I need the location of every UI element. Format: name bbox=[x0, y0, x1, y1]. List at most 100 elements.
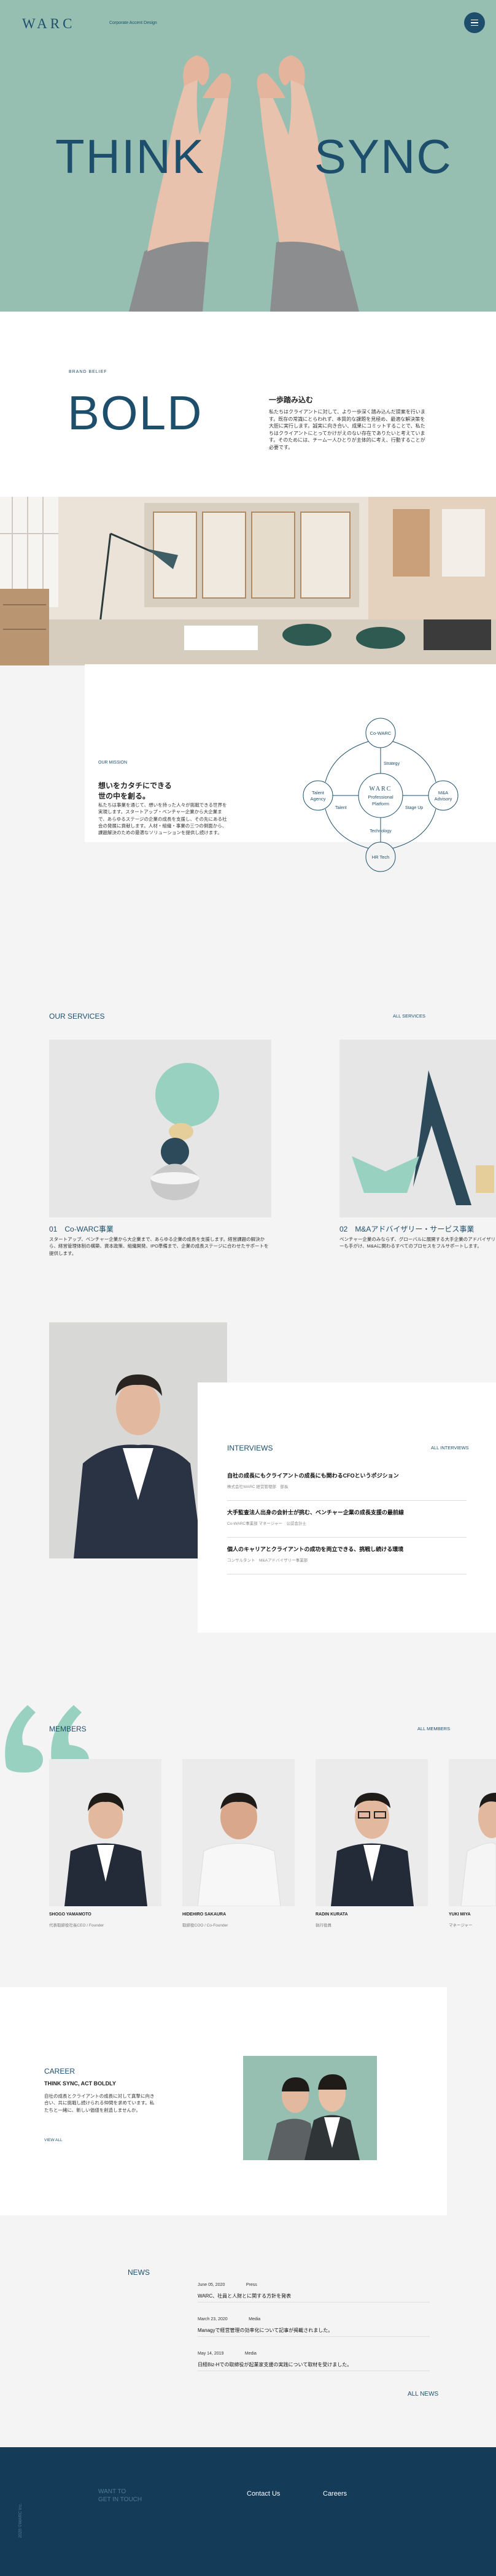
member-role: 取締役COO / Co-Founder bbox=[182, 1923, 228, 1928]
interview-item[interactable]: 大手監査法人出身の会計士が挑む、ベンチャー企業の成長支援の最前線 Co-WARC… bbox=[227, 1508, 467, 1538]
diagram-label-stage-up: Stage Up bbox=[405, 806, 423, 810]
menu-button[interactable] bbox=[464, 12, 485, 33]
brand-belief-title: BOLD bbox=[68, 386, 203, 440]
service-title-1[interactable]: 01 Co-WARC事業 bbox=[49, 1224, 114, 1234]
news-date: March 23, 2020 bbox=[198, 2317, 228, 2321]
member-name[interactable]: SHOGO YAMAMOTO bbox=[49, 1912, 91, 1917]
sculpture-illustration bbox=[49, 1040, 271, 1217]
services-section: OUR SERVICES ALL SERVICES 01 Co-WARC事業 ス… bbox=[0, 994, 496, 1282]
shapes-illustration bbox=[339, 1040, 496, 1217]
footer-contact-line1: WANT TO bbox=[98, 2488, 126, 2495]
diagram-node-right-2: Advisory bbox=[435, 796, 452, 802]
services-title: OUR SERVICES bbox=[49, 1012, 105, 1021]
all-interviews-link[interactable]: ALL INTERVIEWS bbox=[431, 1445, 469, 1451]
news-category: Press bbox=[246, 2283, 257, 2287]
interviews-title: INTERVIEWS bbox=[227, 1444, 273, 1452]
hero-word-right: SYNC bbox=[314, 129, 452, 183]
office-photo bbox=[0, 497, 496, 665]
news-item[interactable]: May 14, 2019 Media 日経Biz-Hでの取締役が起業家支援の実践… bbox=[198, 2347, 430, 2371]
menu-icon-line bbox=[471, 25, 478, 26]
interview-subtitle: Co-WARC事業部 マネージャー 公認会計士 bbox=[227, 1522, 306, 1526]
office-illustration bbox=[0, 497, 496, 665]
interview-subtitle: 株式会社WARC 経営管理部 部長 bbox=[227, 1485, 289, 1489]
brand-belief-section: BRAND BELIEF BOLD 一歩踏み込む 私たちはクライアントに対して、… bbox=[0, 312, 496, 497]
service-body-1: スタートアップ、ベンチャー企業から大企業まで、あらゆる企業の成長を支援します。経… bbox=[49, 1236, 269, 1256]
member-photo bbox=[449, 1759, 496, 1906]
news-item[interactable]: June 05, 2020 Press WARC、社員と人財とに関する方針を発表 bbox=[198, 2278, 430, 2302]
member-card[interactable] bbox=[49, 1759, 161, 1906]
service-image-2[interactable] bbox=[339, 1040, 496, 1217]
interview-item[interactable]: 自社の成長にもクライアントの成長にも関わるCFOというポジション 株式会社WAR… bbox=[227, 1471, 467, 1501]
member-photo bbox=[316, 1759, 428, 1906]
section-label: OUR MISSION bbox=[98, 761, 128, 765]
career-image[interactable] bbox=[243, 2056, 377, 2160]
site-logo[interactable]: WARC bbox=[22, 16, 75, 32]
member-role: マネージャー bbox=[449, 1923, 473, 1928]
interviews-card: INTERVIEWS ALL INTERVIEWS 自社の成長にもクライアントの… bbox=[198, 1382, 496, 1633]
diagram-node-top: Co-WARC bbox=[370, 730, 392, 736]
diagram-center-line2: Platform bbox=[372, 801, 389, 807]
logo-subtitle: Corporate Accent Design bbox=[109, 21, 157, 25]
mission-card: OUR MISSION 想いをカタチにできる 世の中を創る。 私たちは事業を通じ… bbox=[85, 664, 496, 872]
news-category: Media bbox=[244, 2352, 257, 2356]
news-title-text[interactable]: WARC、社員と人財とに関する方針を発表 bbox=[198, 2293, 430, 2299]
interview-item[interactable]: 個人のキャリアとクライアントの成功を両立できる、挑戦し続ける環境 コンサルタント… bbox=[227, 1545, 467, 1574]
member-card[interactable] bbox=[316, 1759, 428, 1906]
brand-belief-body: 私たちはクライアントに対して、より一歩深く踏み込んだ提案を行います。既存の常識に… bbox=[269, 409, 425, 450]
site-footer: WANT TO GET IN TOUCH Contact Us Careers … bbox=[0, 2447, 496, 2576]
member-name[interactable]: YUKI MIYA bbox=[449, 1912, 471, 1917]
service-title-2[interactable]: 02 M&Aアドバイザリー・サービス事業 bbox=[339, 1224, 474, 1234]
member-name[interactable]: RADIN KURATA bbox=[316, 1912, 348, 1917]
members-title: MEMBERS bbox=[49, 1725, 87, 1733]
footer-contact-link[interactable]: Contact Us bbox=[247, 2490, 280, 2497]
interview-title[interactable]: 自社の成長にもクライアントの成長にも関わるCFOというポジション bbox=[227, 1471, 467, 1479]
hero-section: WARC Corporate Accent Design THINK SYNC bbox=[0, 0, 496, 312]
news-item[interactable]: March 23, 2020 Media Managyで経営管理の効率化について… bbox=[198, 2312, 430, 2337]
career-section: CAREER THINK SYNC, ACT BOLDLY 自社の成長とクライア… bbox=[0, 1987, 447, 2215]
diagram-node-right-1: M&A bbox=[438, 790, 448, 795]
footer-contact-line2: GET IN TOUCH bbox=[98, 2496, 142, 2503]
diagram-center-brand: WARC bbox=[370, 786, 392, 792]
news-title: NEWS bbox=[128, 2268, 150, 2277]
footer-copyright: 2020 ©WARC Inc. bbox=[18, 2502, 23, 2538]
career-view-all-link[interactable]: VIEW ALL bbox=[44, 2138, 63, 2142]
career-body: 自社の成長とクライアントの成長に対して真摯に向き合い、共に挑戦し続けられる仲間を… bbox=[44, 2093, 155, 2113]
diagram-node-bottom: HR Tech bbox=[372, 854, 390, 860]
career-title: CAREER bbox=[44, 2067, 76, 2076]
interview-subtitle: コンサルタント M&Aアドバイザリー事業部 bbox=[227, 1558, 308, 1563]
member-role: 代表取締役社長CEO / Founder bbox=[49, 1923, 104, 1928]
member-name[interactable]: HIDEHIRO SAKAURA bbox=[182, 1912, 226, 1917]
mission-heading: 想いをカタチにできる 世の中を創る。 bbox=[98, 781, 172, 800]
all-services-link[interactable]: ALL SERVICES bbox=[393, 1013, 425, 1019]
diagram-label-talent: Talent bbox=[335, 806, 347, 810]
brand-belief-heading: 一歩踏み込む bbox=[269, 396, 314, 404]
diagram-node-left-1: Talent bbox=[312, 790, 325, 795]
interview-title[interactable]: 大手監査法人出身の会計士が挑む、ベンチャー企業の成長支援の最前線 bbox=[227, 1508, 467, 1516]
news-date: May 14, 2019 bbox=[198, 2352, 224, 2356]
diagram-node-left-2: Agency bbox=[310, 796, 325, 802]
interview-title[interactable]: 個人のキャリアとクライアントの成功を両立できる、挑戦し続ける環境 bbox=[227, 1545, 467, 1553]
diagram-label-technology: Technology bbox=[370, 829, 392, 834]
all-news-link[interactable]: ALL NEWS bbox=[408, 2391, 438, 2398]
news-date: June 05, 2020 bbox=[198, 2283, 225, 2287]
news-title-text[interactable]: Managyで経営管理の効率化について記事が掲載されました。 bbox=[198, 2327, 430, 2334]
member-card[interactable] bbox=[449, 1759, 496, 1906]
footer-contact-heading: WANT TO GET IN TOUCH bbox=[98, 2488, 142, 2504]
career-heading: THINK SYNC, ACT BOLDLY bbox=[44, 2080, 116, 2087]
news-category: Media bbox=[249, 2317, 261, 2321]
footer-careers-link[interactable]: Careers bbox=[323, 2490, 347, 2497]
section-label: BRAND BELIEF bbox=[69, 370, 107, 374]
menu-icon-line bbox=[471, 19, 478, 21]
member-photo bbox=[182, 1759, 295, 1906]
member-card[interactable] bbox=[182, 1759, 295, 1906]
career-people-illustration bbox=[243, 2056, 377, 2160]
service-image-1[interactable] bbox=[49, 1040, 271, 1217]
member-role: 執行役員 bbox=[316, 1923, 331, 1928]
diagram-label-strategy: Strategy bbox=[384, 762, 400, 766]
footer-copyright-wrap: 2020 ©WARC Inc. bbox=[18, 2484, 25, 2539]
news-title-text[interactable]: 日経Biz-Hでの取締役が起業家支援の実践について取材を受けました。 bbox=[198, 2361, 430, 2368]
all-members-link[interactable]: ALL MEMBERS bbox=[417, 1726, 450, 1731]
service-body-2: ベンチャー企業のみならず、グローバルに展開する大手企業のアドバイザリーも手がけ、… bbox=[339, 1236, 496, 1249]
diagram-center-line1: Professional bbox=[368, 794, 393, 800]
hero-word-left: THINK bbox=[55, 129, 205, 183]
